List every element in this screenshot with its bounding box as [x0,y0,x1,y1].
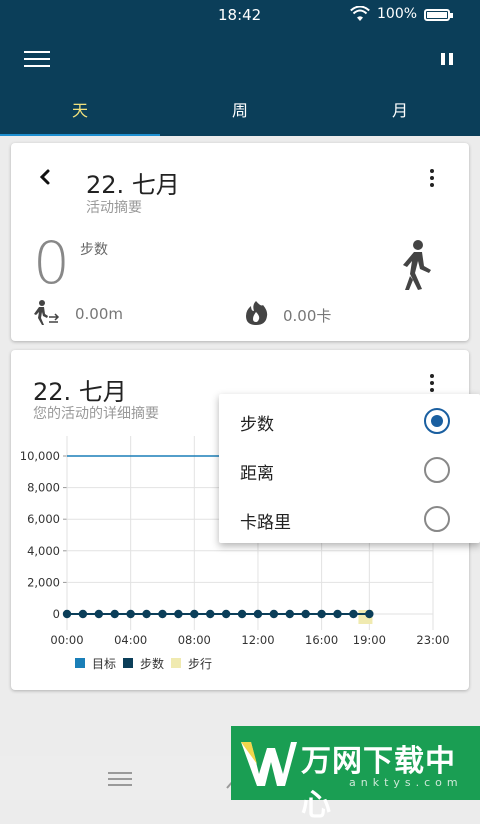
steps-data-point [158,609,167,619]
battery-percent: 100% [377,6,418,22]
y-tick-label: 10,000 [20,449,60,463]
back-arrow-icon[interactable] [33,163,57,191]
legend-label: 目标 [92,657,116,671]
steps-data-point [78,609,88,619]
steps-data-point [110,609,119,619]
watermark-subtext: anktys.com [349,776,463,789]
steps-data-point [126,609,135,619]
steps-data-point [285,609,294,619]
menu-button[interactable] [24,49,50,69]
steps-data-point [301,609,310,619]
radio-calories[interactable] [424,506,450,532]
more-options-icon[interactable] [422,167,442,191]
x-tick-label: 16:00 [305,633,338,647]
nav-menu-button[interactable] [108,772,132,786]
summary-date: 22. 七月 [86,171,180,199]
steps-data-point [142,609,151,619]
distance-icon [34,300,60,325]
metric-popup-menu: 步数 距离 卡路里 [219,394,480,543]
steps-data-point [62,609,72,619]
steps-data-point [253,609,263,619]
steps-data-point [174,609,183,619]
watermark-logo [241,742,297,786]
detail-subtitle: 您的活动的详细摘要 [33,406,159,422]
app-bar [0,30,480,88]
steps-data-point [190,609,199,619]
option-steps[interactable]: 步数 [219,396,480,445]
option-distance[interactable]: 距离 [219,445,480,494]
x-tick-label: 08:00 [178,633,211,647]
steps-data-point [333,609,342,619]
x-tick-label: 23:00 [416,633,449,647]
option-calories[interactable]: 卡路里 [219,494,480,543]
detail-date: 22. 七月 [33,378,127,406]
steps-data-point [221,609,231,619]
steps-data-point [365,609,374,619]
status-time: 18:42 [218,6,262,24]
calories-value: 0.00卡 [283,307,332,325]
y-tick-label: 0 [53,607,60,621]
tab-day[interactable]: 天 [0,88,160,136]
steps-data-point [206,609,215,619]
steps-data-point [237,609,247,619]
summary-subtitle: 活动摘要 [86,200,142,216]
wifi-icon [350,6,370,21]
y-tick-label: 4,000 [27,544,60,558]
y-tick-label: 8,000 [27,481,60,495]
legend-label: 步数 [140,656,164,671]
legend-label: 步行 [188,657,212,671]
steps-data-point [269,609,279,619]
activity-summary-card: 22. 七月 活动摘要 0 步数 0.00m 0.00卡 [11,143,469,341]
pause-button[interactable] [437,50,457,70]
distance-value: 0.00m [75,305,124,323]
x-tick-label: 04:00 [114,633,147,647]
steps-data-point [349,609,358,619]
legend-swatch [123,658,133,668]
steps-count: 0 [33,229,70,297]
flame-icon [246,301,268,325]
tab-indicator [0,134,160,136]
steps-data-point [317,609,326,619]
option-distance-label: 距离 [240,464,274,484]
y-tick-label: 6,000 [27,512,60,526]
steps-label: 步数 [80,242,108,258]
radio-steps[interactable] [424,408,450,434]
option-steps-label: 步数 [240,415,274,435]
walking-person-icon [403,240,431,290]
more-options-icon-detail[interactable] [422,372,442,396]
radio-distance[interactable] [424,457,450,483]
option-calories-label: 卡路里 [240,513,291,533]
tab-bar: 天 周 月 [0,88,480,136]
battery-icon [424,9,453,21]
legend-swatch [75,658,85,668]
status-bar: 18:42 100% [0,0,480,30]
x-tick-label: 19:00 [353,633,386,647]
x-tick-label: 12:00 [241,633,274,647]
legend-swatch [171,658,181,668]
x-tick-label: 00:00 [50,633,83,647]
steps-data-point [94,609,104,619]
watermark-banner: 万网下载中心 anktys.com [231,726,480,823]
y-tick-label: 2,000 [27,575,60,589]
tab-week[interactable]: 周 [160,88,320,136]
tab-month[interactable]: 月 [320,88,480,136]
